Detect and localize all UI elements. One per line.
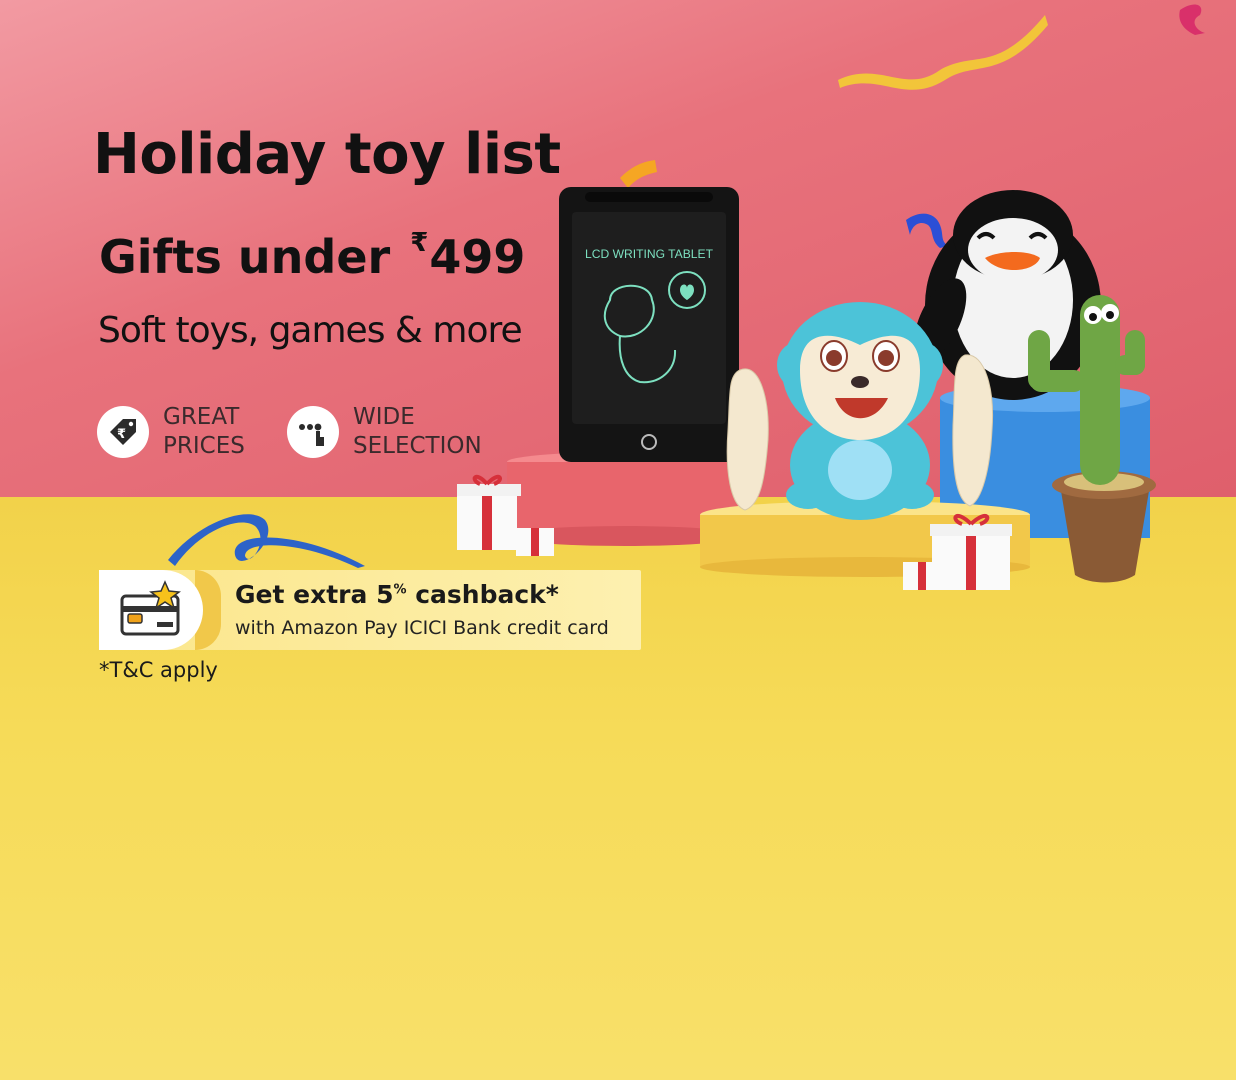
blue-ribbon-small bbox=[906, 213, 948, 248]
pink-ribbon bbox=[1179, 4, 1205, 35]
offer-title-percent: % bbox=[393, 582, 407, 598]
credit-card-star-icon bbox=[120, 580, 181, 636]
offer-title: Get extra 5% cashback* bbox=[235, 580, 559, 609]
offer-subtitle: with Amazon Pay ICICI Bank credit card bbox=[235, 617, 609, 639]
feature-label-line2: PRICES bbox=[163, 433, 245, 459]
feature-label: WIDE SELECTION bbox=[353, 403, 482, 461]
svg-text:₹: ₹ bbox=[117, 427, 126, 442]
blue-ribbon bbox=[168, 514, 365, 568]
price-value: 499 bbox=[429, 230, 526, 284]
yellow-ribbon bbox=[838, 15, 1048, 90]
feature-great-prices: ₹ GREAT PRICES bbox=[97, 403, 245, 461]
offer-title-suffix: cashback* bbox=[406, 580, 559, 609]
banner-title: Holiday toy list bbox=[93, 122, 561, 187]
orange-ribbon bbox=[620, 160, 657, 188]
hand-select-icon bbox=[287, 406, 339, 458]
tablet-screen-text: LCD WRITING TABLET bbox=[585, 247, 714, 261]
offer-icon-box bbox=[99, 570, 203, 650]
feature-wide-selection: WIDE SELECTION bbox=[287, 403, 482, 461]
price-tag-rupee-icon: ₹ bbox=[97, 406, 149, 458]
banner-subtitle: Gifts under ₹499 bbox=[99, 228, 525, 284]
cashback-offer-banner[interactable]: Get extra 5% cashback* with Amazon Pay I… bbox=[99, 570, 641, 650]
currency-symbol: ₹ bbox=[410, 228, 429, 258]
feature-label: GREAT PRICES bbox=[163, 403, 245, 461]
terms-and-conditions[interactable]: *T&C apply bbox=[99, 658, 218, 682]
feature-label-line2: SELECTION bbox=[353, 433, 482, 459]
subtitle-prefix: Gifts under bbox=[99, 230, 407, 284]
feature-label-line1: WIDE bbox=[353, 404, 415, 430]
banner-tagline: Soft toys, games & more bbox=[98, 310, 523, 351]
offer-title-prefix: Get extra 5 bbox=[235, 580, 394, 609]
feature-label-line1: GREAT bbox=[163, 404, 240, 430]
